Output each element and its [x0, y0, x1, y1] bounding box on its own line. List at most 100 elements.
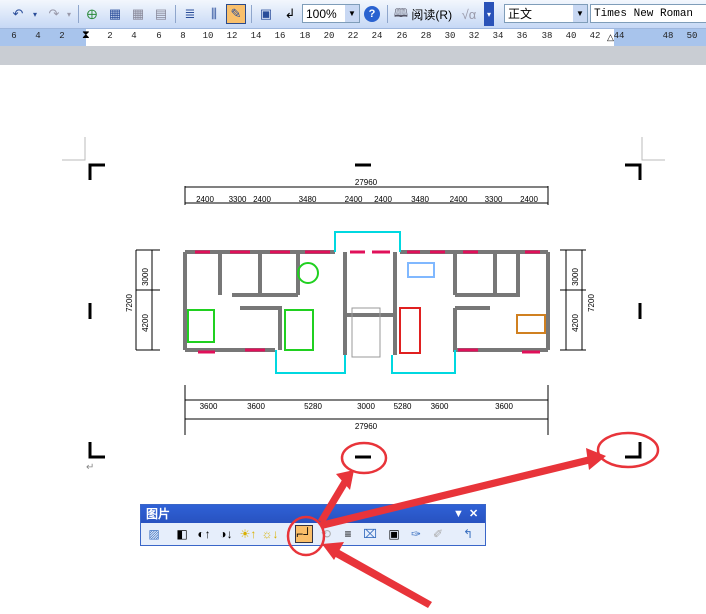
bottom-total-label: 27960 [355, 422, 378, 431]
left-dim: 3000 [141, 268, 150, 286]
insert-table-icon[interactable]: ▦ [128, 4, 148, 24]
top-dim: 3480 [411, 195, 429, 204]
text-wrapping-icon[interactable]: ▣ [385, 525, 403, 543]
insert-picture-icon[interactable]: ▨ [145, 525, 163, 543]
bottom-dim: 3600 [247, 402, 265, 411]
ruler-tick: 12 [226, 31, 238, 41]
crop-icon[interactable]: ⌐┘ [295, 525, 313, 543]
ruler-tick: 40 [565, 31, 577, 41]
hyperlink-icon[interactable]: 🜨 [82, 4, 102, 24]
ruler-tick: 36 [516, 31, 528, 41]
indent-marker[interactable]: ⧗ [82, 29, 90, 42]
ruler-tick: 2 [59, 31, 65, 41]
ruler-tick: 34 [492, 31, 504, 41]
standard-toolbar: ↶ ▾ ↷ ▾ 🜨 ▦ ▦ ▤ ≣ ⫼ ✎ ▣ ↲ 100% ▼ ? 🕮 阅读(R… [0, 0, 706, 29]
ruler-tick: 22 [347, 31, 359, 41]
ruler-tick: 24 [371, 31, 383, 41]
equation-icon[interactable]: √α [458, 4, 480, 24]
tables-borders-icon[interactable]: ▦ [105, 4, 125, 24]
less-brightness-icon[interactable]: ☼↓ [261, 525, 279, 543]
set-transparent-color-icon[interactable]: ✐ [429, 525, 447, 543]
top-total-label: 27960 [355, 178, 378, 187]
bottom-dim: 3600 [495, 402, 513, 411]
ruler-tick: 42 [589, 31, 601, 41]
right-dim: 3000 [571, 268, 580, 286]
rotate-icon[interactable]: ⟲ [317, 525, 335, 543]
document-map-icon[interactable]: ▣ [256, 4, 276, 24]
top-dim: 2400 [345, 195, 363, 204]
page-gap [0, 46, 706, 65]
ruler-tick: 48 [662, 31, 674, 41]
ruler-tick: 26 [396, 31, 408, 41]
zoom-select[interactable]: 100% ▼ [302, 4, 360, 23]
page-corner-marks [62, 137, 665, 161]
crop-handles [88, 163, 642, 459]
redo-dropdown[interactable]: ▾ [64, 4, 74, 24]
floor-plan-picture: 27960 2400 3300 2400 3480 2400 2400 3480 2400 33… [125, 178, 596, 435]
horizontal-ruler[interactable]: 6 4 2 2 4 6 8 10 12 14 16 18 20 22 24 26 28 30 32 34 36 38 40 4… [0, 29, 706, 46]
ruler-tick: 10 [202, 31, 214, 41]
toolbar-options-icon[interactable]: ▼ [453, 505, 464, 523]
help-icon[interactable]: ? [364, 6, 380, 22]
chevron-down-icon: ▼ [573, 5, 587, 22]
top-dim: 3480 [299, 195, 317, 204]
top-dim: 3300 [485, 195, 503, 204]
top-dim: 2400 [253, 195, 271, 204]
right-total: 7200 [587, 294, 596, 312]
reset-picture-icon[interactable]: ↰ [459, 525, 477, 543]
undo-dropdown[interactable]: ▾ [30, 4, 40, 24]
ruler-tick: 4 [35, 31, 41, 41]
read-button[interactable]: 🕮 阅读(R) [392, 4, 454, 24]
bottom-dim: 5280 [394, 402, 412, 411]
redo-icon[interactable]: ↷ [44, 4, 64, 24]
drawing-toolbar-icon[interactable]: ✎ [226, 4, 246, 24]
columns-icon[interactable]: ≣ [180, 4, 200, 24]
less-contrast-icon[interactable]: ◑↓ [217, 525, 235, 543]
ruler-tick: 44 [613, 31, 625, 41]
undo-icon[interactable]: ↶ [8, 4, 28, 24]
left-dim: 4200 [141, 314, 150, 332]
picture-toolbar-titlebar[interactable]: 图片 ▼ ✕ [141, 505, 485, 523]
right-dim: 4200 [571, 314, 580, 332]
line-style-icon[interactable]: ≡ [339, 525, 357, 543]
more-brightness-icon[interactable]: ☀↑ [239, 525, 257, 543]
ruler-tick: 38 [541, 31, 553, 41]
book-icon: 🕮 [393, 5, 409, 20]
top-dim: 2400 [520, 195, 538, 204]
ruler-tick: 2 [107, 31, 113, 41]
insert-excel-icon[interactable]: ▤ [151, 4, 171, 24]
bottom-dim: 3600 [431, 402, 449, 411]
ruler-tick: 30 [444, 31, 456, 41]
show-hide-icon[interactable]: ↲ [280, 4, 300, 24]
bottom-dim: 5280 [304, 402, 322, 411]
top-dim: 3300 [229, 195, 247, 204]
ruler-tick: 28 [420, 31, 432, 41]
style-select[interactable]: 正文 ▼ [504, 4, 588, 23]
paragraph-mark: ↵ [86, 462, 95, 473]
left-total: 7200 [125, 294, 134, 312]
more-contrast-icon[interactable]: ◐↑ [195, 525, 213, 543]
chevron-down-icon: ▼ [345, 5, 359, 22]
ruler-tick: 14 [250, 31, 262, 41]
bottom-dim: 3600 [200, 402, 218, 411]
font-select[interactable]: Times New Roman [590, 4, 706, 23]
right-indent-marker[interactable]: △ [607, 32, 614, 43]
format-picture-icon[interactable]: ✑ [407, 525, 425, 543]
color-icon[interactable]: ◧ [173, 525, 191, 543]
top-dim: 2400 [196, 195, 214, 204]
ruler-tick: 6 [11, 31, 17, 41]
ruler-tick: 50 [686, 31, 698, 41]
compress-picture-icon[interactable]: ⌧ [361, 525, 379, 543]
close-icon[interactable]: ✕ [469, 505, 478, 523]
top-dim: 2400 [374, 195, 392, 204]
ruler-tick: 16 [274, 31, 286, 41]
drawing-icon[interactable]: ⫼ [204, 4, 224, 24]
ruler-tick: 6 [156, 31, 162, 41]
bottom-dim: 3000 [357, 402, 375, 411]
top-dim: 2400 [450, 195, 468, 204]
ruler-tick: 32 [468, 31, 480, 41]
picture-toolbar: 图片 ▼ ✕ ▨ ◧ ◐↑ ◑↓ ☀↑ ☼↓ ⌐┘ ⟲ ≡ ⌧ ▣ ✑ ✐ ↰ [140, 504, 486, 546]
ruler-tick: 4 [131, 31, 137, 41]
ruler-tick: 20 [323, 31, 335, 41]
toolbar-options-icon[interactable]: ▾ [484, 2, 494, 26]
